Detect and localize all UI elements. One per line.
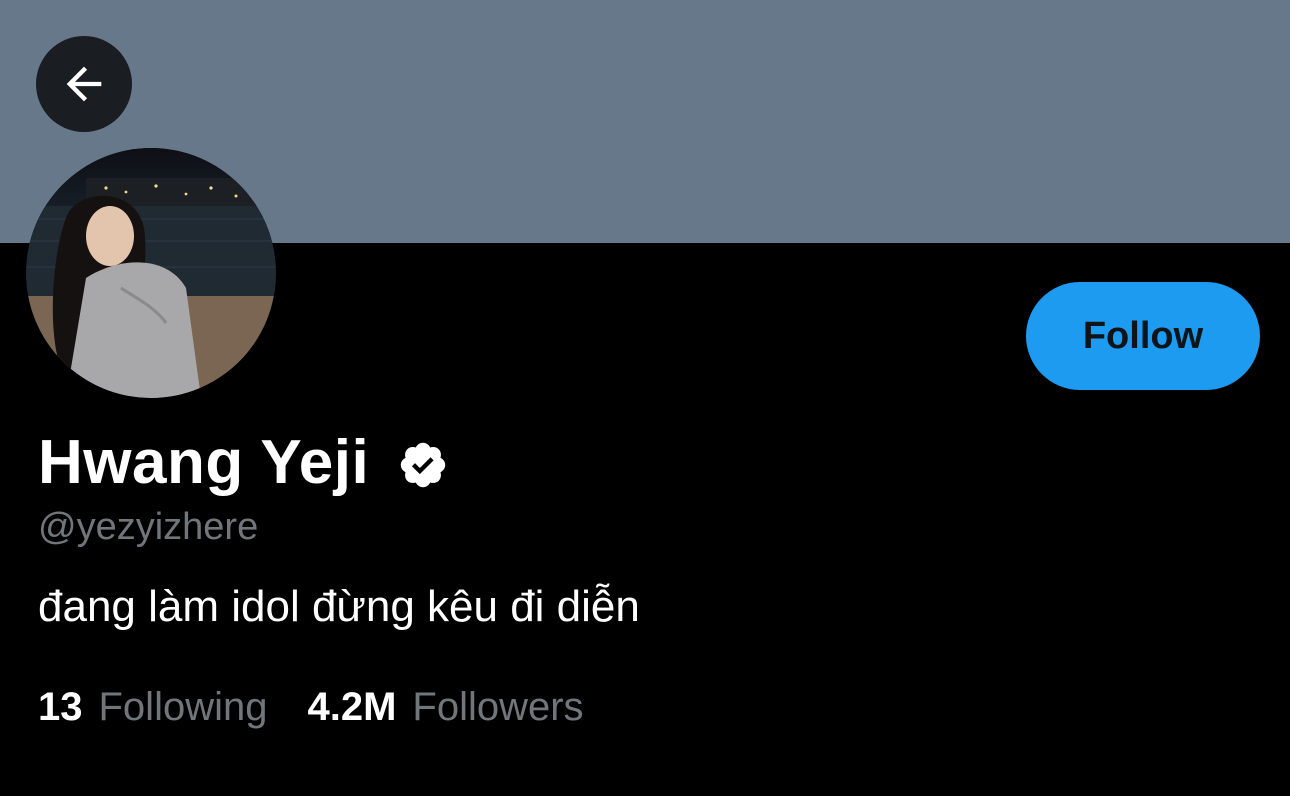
profile-page: Follow Hwang Yeji @yezyizhere đang làm i… [0,0,1290,796]
profile-bio: đang làm idol đừng kêu đi diễn [38,582,640,631]
following-label: Following [98,685,268,729]
profile-handle: @yezyizhere [38,506,259,548]
follow-button[interactable]: Follow [1026,282,1260,390]
avatar[interactable] [26,148,276,398]
followers-count: 4.2M [307,685,397,729]
back-button[interactable] [36,36,132,132]
following-link[interactable]: 13 Following [38,682,267,732]
followers-label: Followers [412,685,584,729]
following-count: 13 [38,685,83,729]
verified-badge-icon[interactable] [397,439,449,491]
avatar-photo [26,148,276,398]
display-name: Hwang Yeji [38,428,370,497]
profile-stats: 13 Following 4.2M Followers [38,682,584,732]
arrow-left-icon [66,66,102,102]
name-row: Hwang Yeji [38,424,449,502]
followers-link[interactable]: 4.2M Followers [307,682,583,732]
